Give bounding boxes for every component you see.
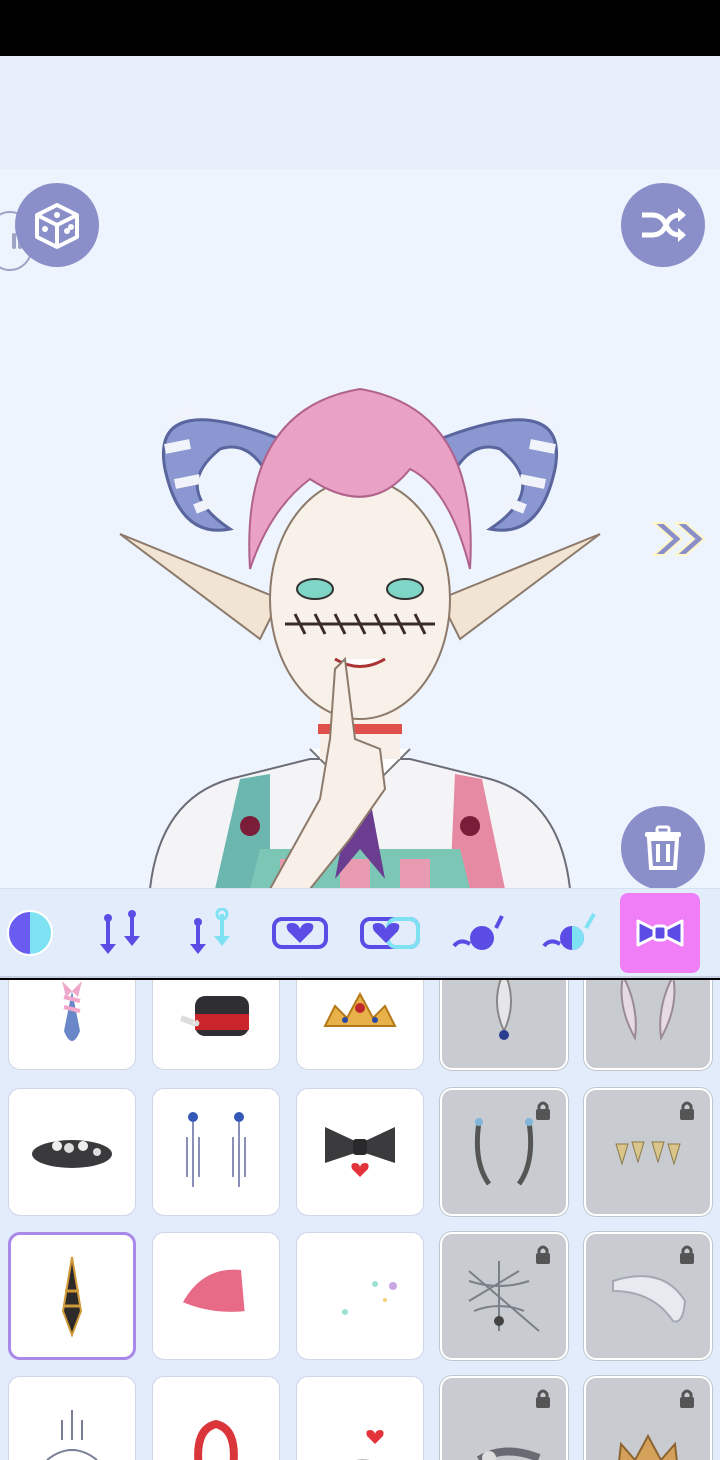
teeth-gold-item <box>615 1141 681 1166</box>
avatar-character <box>119 387 601 888</box>
item-sparkles[interactable] <box>296 1232 424 1360</box>
feather-earring-item <box>496 980 512 1040</box>
item-hearts[interactable] <box>296 1376 424 1460</box>
lock-icon <box>536 1101 550 1120</box>
eyebrow-color-icon <box>190 908 230 954</box>
accessory-grid <box>0 980 720 1460</box>
item-chandelier-earring[interactable] <box>8 1376 136 1460</box>
item-feather-pair[interactable] <box>584 980 712 1070</box>
eyebrow-pins-icon <box>100 910 140 954</box>
bow-icon <box>636 919 684 947</box>
lock-icon <box>536 1245 550 1264</box>
double-chevron-right-icon[interactable] <box>650 519 710 559</box>
item-feather-earring[interactable] <box>440 980 568 1070</box>
item-spike-ornament[interactable] <box>8 1232 136 1360</box>
gold-crown-item <box>618 1433 678 1460</box>
shuffle-icon <box>642 208 686 242</box>
shuffle-button[interactable] <box>621 183 705 267</box>
spike-ornament-item <box>61 1256 83 1338</box>
chandelier-earring-item <box>46 1410 98 1460</box>
hearts-item <box>355 1430 384 1460</box>
tab-eyebrow-color[interactable] <box>170 893 250 973</box>
item-skull-ribbon[interactable] <box>440 1376 568 1460</box>
tab-accessories[interactable] <box>620 893 700 973</box>
heart-frame-color-icon <box>360 917 420 949</box>
horn-clips-item <box>474 1118 534 1186</box>
heart-frame-icon <box>272 917 328 949</box>
flower-hat-item <box>32 1140 112 1168</box>
category-tab-bar <box>0 888 720 978</box>
item-spider-web[interactable] <box>440 1232 568 1360</box>
item-horn-clips[interactable] <box>440 1088 568 1216</box>
tiara-item <box>323 991 397 1027</box>
tab-skin-tone[interactable] <box>0 893 70 973</box>
item-tiara[interactable] <box>296 980 424 1070</box>
item-santa-hat[interactable] <box>152 1232 280 1360</box>
dice-icon <box>35 203 79 249</box>
item-white-beret[interactable] <box>584 1232 712 1360</box>
tab-eye-shape[interactable] <box>260 893 340 973</box>
status-bar <box>0 0 720 56</box>
spider-web-item <box>468 1261 540 1332</box>
chain-earrings-item <box>186 1112 246 1187</box>
white-beret-item <box>612 1275 687 1323</box>
mouth-color-icon <box>542 913 596 950</box>
red-hood-item <box>194 1419 238 1460</box>
item-top-hat[interactable] <box>152 980 280 1070</box>
tab-eyebrow-shape[interactable] <box>80 893 160 973</box>
item-black-bow[interactable] <box>296 1088 424 1216</box>
half-circle-color-icon <box>7 910 53 956</box>
top-banner-area <box>0 56 720 169</box>
avatar-stage <box>0 169 720 888</box>
lock-icon <box>536 1389 550 1408</box>
mouth-shape-icon <box>452 915 504 950</box>
sparkles-item <box>342 1281 397 1315</box>
tab-mouth-color[interactable] <box>530 893 610 973</box>
black-bow-item <box>325 1127 395 1177</box>
trash-icon <box>645 825 681 870</box>
item-chain-earrings[interactable] <box>152 1088 280 1216</box>
ribbon-spike-item <box>62 981 82 1041</box>
delete-trash-button[interactable] <box>621 806 705 888</box>
lock-icon <box>680 1101 694 1120</box>
item-teeth-gold[interactable] <box>584 1088 712 1216</box>
feather-pair-item <box>620 980 676 1042</box>
santa-hat-item <box>176 1269 257 1334</box>
tab-mouth-shape[interactable] <box>440 893 520 973</box>
tab-eye-color[interactable] <box>350 893 430 973</box>
randomize-dice-button[interactable] <box>15 183 99 267</box>
item-ribbon-spike[interactable] <box>8 980 136 1070</box>
item-gold-crown[interactable] <box>584 1376 712 1460</box>
top-hat-item <box>179 996 249 1036</box>
lock-icon <box>680 1245 694 1264</box>
skull-ribbon-item <box>476 1447 541 1460</box>
lock-icon <box>680 1389 694 1408</box>
item-flower-hat[interactable] <box>8 1088 136 1216</box>
item-red-hood[interactable] <box>152 1376 280 1460</box>
